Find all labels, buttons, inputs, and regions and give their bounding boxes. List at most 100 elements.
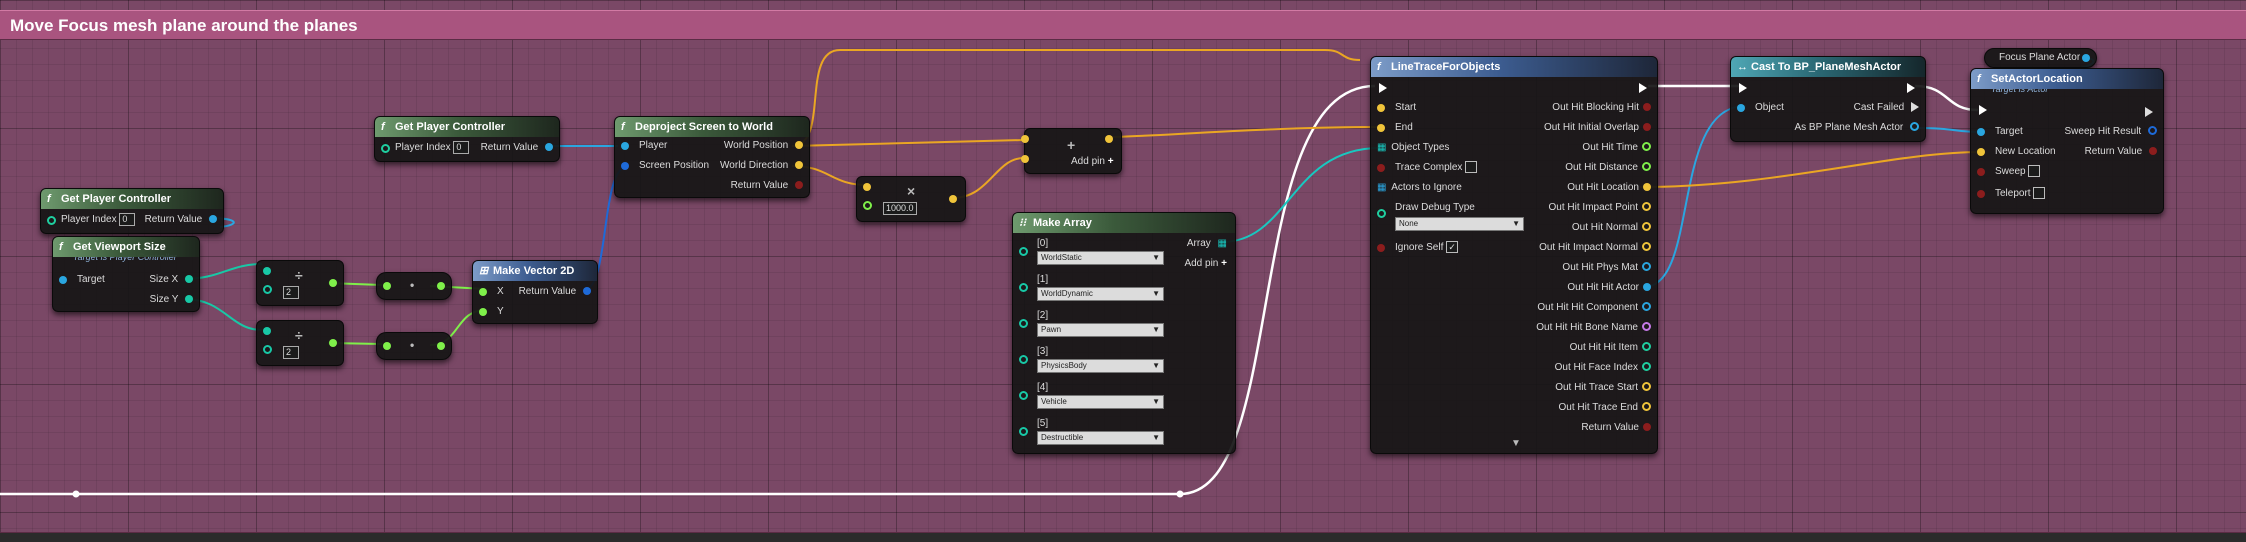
object-type-dropdown[interactable]: Pawn ▼ bbox=[1037, 323, 1164, 337]
pin-player-index[interactable]: Player Index 0 bbox=[381, 141, 470, 155]
node-header[interactable]: f SetActorLocation bbox=[1971, 69, 2163, 89]
node-get-player-controller[interactable]: f Get Player Controller Player Index 0 Re… bbox=[40, 188, 224, 234]
pin-out-hit-trace-start[interactable]: Out Hit Trace Start bbox=[1555, 381, 1651, 395]
blueprint-graph-canvas[interactable]: Move Focus mesh plane around the planes bbox=[0, 0, 2246, 542]
pin-world-position[interactable]: World Position bbox=[724, 139, 803, 153]
pin-trace-complex[interactable]: Trace Complex bbox=[1377, 161, 1478, 175]
node-set-actor-location[interactable]: f SetActorLocation Target is Actor Target… bbox=[1970, 68, 2164, 214]
pin-screen-position[interactable]: Screen Position bbox=[621, 159, 709, 173]
node-line-trace-for-objects[interactable]: f LineTraceForObjects Start End ▦ Object … bbox=[1370, 56, 1658, 454]
pin-out-hit-location[interactable]: Out Hit Location bbox=[1567, 181, 1651, 195]
pin-out-hit-hit-component[interactable]: Out Hit Hit Component bbox=[1537, 301, 1651, 315]
draw-debug-type-dropdown[interactable]: None ▼ bbox=[1395, 217, 1524, 231]
multiplier-value[interactable]: 1000.0 bbox=[883, 202, 917, 215]
node-make-array[interactable]: ⁝⁝ Make Array Array ▦ Add pin + [0] World… bbox=[1012, 212, 1236, 454]
player-index-value[interactable]: 0 bbox=[453, 141, 470, 154]
add-pin-button[interactable]: Add pin + bbox=[1184, 257, 1227, 271]
exec-out-pin[interactable] bbox=[1907, 83, 1915, 93]
object-type-dropdown[interactable]: Vehicle ▼ bbox=[1037, 395, 1164, 409]
node-divide[interactable]: 2 ÷ bbox=[256, 320, 344, 366]
ignore-self-checkbox[interactable]: ✓ bbox=[1446, 241, 1459, 254]
exec-in-pin[interactable] bbox=[1739, 83, 1747, 93]
node-header[interactable]: f Get Viewport Size bbox=[53, 237, 199, 257]
node-conversion[interactable]: • bbox=[376, 332, 452, 360]
exec-in-pin[interactable] bbox=[1979, 105, 1987, 115]
pin-draw-debug-type[interactable]: Draw Debug Type bbox=[1377, 201, 1475, 218]
pin-target[interactable]: Target bbox=[59, 273, 105, 287]
pin-out-hit-phys-mat[interactable]: Out Hit Phys Mat bbox=[1562, 261, 1651, 275]
pin-size-y[interactable]: Size Y bbox=[150, 293, 193, 307]
divisor-value[interactable]: 2 bbox=[283, 346, 299, 359]
pin-sweep[interactable]: Sweep bbox=[1977, 165, 2041, 179]
pin-out-hit-impact-normal[interactable]: Out Hit Impact Normal bbox=[1539, 241, 1651, 255]
pin-as-bp-plane-mesh-actor[interactable]: As BP Plane Mesh Actor bbox=[1794, 121, 1919, 135]
sweep-checkbox[interactable] bbox=[2028, 165, 2041, 178]
node-conversion[interactable]: • bbox=[376, 272, 452, 300]
pin-array-out[interactable]: Array ▦ bbox=[1187, 237, 1227, 251]
node-header[interactable]: f Deproject Screen to World bbox=[615, 117, 809, 137]
teleport-checkbox[interactable] bbox=[2033, 187, 2046, 200]
node-deproject-screen-to-world[interactable]: f Deproject Screen to World Player Screen… bbox=[614, 116, 810, 198]
object-type-dropdown[interactable]: PhysicsBody ▼ bbox=[1037, 359, 1164, 373]
pin-return-value[interactable]: Return Value bbox=[731, 179, 803, 193]
pin-out-hit-face-index[interactable]: Out Hit Face Index bbox=[1555, 361, 1651, 375]
pin-player-index[interactable]: Player Index 0 bbox=[47, 213, 136, 227]
pin-out-hit-hit-actor[interactable]: Out Hit Hit Actor bbox=[1567, 281, 1651, 295]
pin-new-location[interactable]: New Location bbox=[1977, 145, 2056, 159]
pin-return-value[interactable]: Return Value bbox=[1581, 421, 1651, 435]
pin-out-hit-normal[interactable]: Out Hit Normal bbox=[1572, 221, 1651, 235]
player-index-value[interactable]: 0 bbox=[119, 213, 136, 226]
trace-complex-checkbox[interactable] bbox=[1465, 161, 1478, 174]
pin-out-hit-distance[interactable]: Out Hit Distance bbox=[1565, 161, 1651, 175]
pin-object[interactable]: Object bbox=[1737, 101, 1784, 115]
pin-actors-to-ignore[interactable]: ▦ Actors to Ignore bbox=[1377, 181, 1462, 195]
pin-target[interactable]: Target bbox=[1977, 125, 2023, 139]
object-type-dropdown[interactable]: WorldStatic ▼ bbox=[1037, 251, 1164, 265]
pin-out-hit-initial-overlap[interactable]: Out Hit Initial Overlap bbox=[1544, 121, 1651, 135]
exec-out-pin[interactable] bbox=[1639, 83, 1647, 93]
pin-ignore-self[interactable]: Ignore Self ✓ bbox=[1377, 241, 1459, 255]
pin-out-hit-trace-end[interactable]: Out Hit Trace End bbox=[1559, 401, 1651, 415]
pin-end[interactable]: End bbox=[1377, 121, 1413, 135]
divisor-value[interactable]: 2 bbox=[283, 286, 299, 299]
node-make-vector-2d[interactable]: ⊞ Make Vector 2D X Y Return Value bbox=[472, 260, 598, 324]
pin-out-hit-impact-point[interactable]: Out Hit Impact Point bbox=[1549, 201, 1651, 215]
pin-return-value[interactable]: Return Value bbox=[2085, 145, 2157, 159]
pin-return-value[interactable]: Return Value bbox=[145, 213, 217, 227]
pin-teleport[interactable]: Teleport bbox=[1977, 187, 2046, 201]
pin-world-direction[interactable]: World Direction bbox=[720, 159, 803, 173]
node-add[interactable]: + Add pin + bbox=[1021, 128, 1122, 174]
node-header[interactable]: f Get Player Controller bbox=[41, 189, 223, 209]
pin-sweep-hit-result[interactable]: Sweep Hit Result bbox=[2065, 125, 2157, 139]
pin-x[interactable]: X bbox=[479, 285, 504, 299]
expand-advanced-button[interactable]: ▼ bbox=[1511, 437, 1521, 451]
pin-out-hit-time[interactable]: Out Hit Time bbox=[1582, 141, 1651, 155]
node-cast-to-bp-plane-mesh-actor[interactable]: ↔ Cast To BP_PlaneMeshActor Object Cast F… bbox=[1730, 56, 1926, 142]
node-header[interactable]: ↔ Cast To BP_PlaneMeshActor bbox=[1731, 57, 1925, 77]
node-divide[interactable]: 2 ÷ bbox=[256, 260, 344, 306]
pin-player[interactable]: Player bbox=[621, 139, 667, 153]
exec-in-pin[interactable] bbox=[1379, 83, 1387, 93]
node-header[interactable]: ⁝⁝ Make Array bbox=[1013, 213, 1235, 233]
variable-get-focus-plane-actor[interactable]: Focus Plane Actor bbox=[1984, 48, 2098, 68]
node-multiply[interactable]: 1000.0 × bbox=[856, 176, 966, 222]
pin-out-hit-hit-item[interactable]: Out Hit Hit Item bbox=[1570, 341, 1651, 355]
pin-return-value[interactable]: Return Value bbox=[481, 141, 553, 155]
node-header[interactable]: ⊞ Make Vector 2D bbox=[473, 261, 597, 281]
pin-return-value[interactable]: Return Value bbox=[519, 285, 591, 299]
node-header[interactable]: f LineTraceForObjects bbox=[1371, 57, 1657, 77]
node-get-player-controller[interactable]: f Get Player Controller Player Index 0 Re… bbox=[374, 116, 560, 162]
pin-cast-failed[interactable]: Cast Failed bbox=[1854, 101, 1919, 115]
object-type-dropdown[interactable]: Destructible ▼ bbox=[1037, 431, 1164, 445]
pin-out-hit-hit-bone-name[interactable]: Out Hit Hit Bone Name bbox=[1536, 321, 1651, 335]
object-type-dropdown[interactable]: WorldDynamic ▼ bbox=[1037, 287, 1164, 301]
pin-size-x[interactable]: Size X bbox=[149, 273, 193, 287]
pin-out-hit-blocking-hit[interactable]: Out Hit Blocking Hit bbox=[1552, 101, 1651, 115]
pin-object-types[interactable]: ▦ Object Types bbox=[1377, 141, 1449, 155]
add-pin-button[interactable]: Add pin + bbox=[1071, 155, 1114, 169]
node-get-viewport-size[interactable]: f Get Viewport Size Target is Player Cont… bbox=[52, 236, 200, 312]
pin-start[interactable]: Start bbox=[1377, 101, 1416, 115]
exec-out-pin[interactable] bbox=[2145, 107, 2153, 117]
node-header[interactable]: f Get Player Controller bbox=[375, 117, 559, 137]
pin-y[interactable]: Y bbox=[479, 305, 504, 319]
